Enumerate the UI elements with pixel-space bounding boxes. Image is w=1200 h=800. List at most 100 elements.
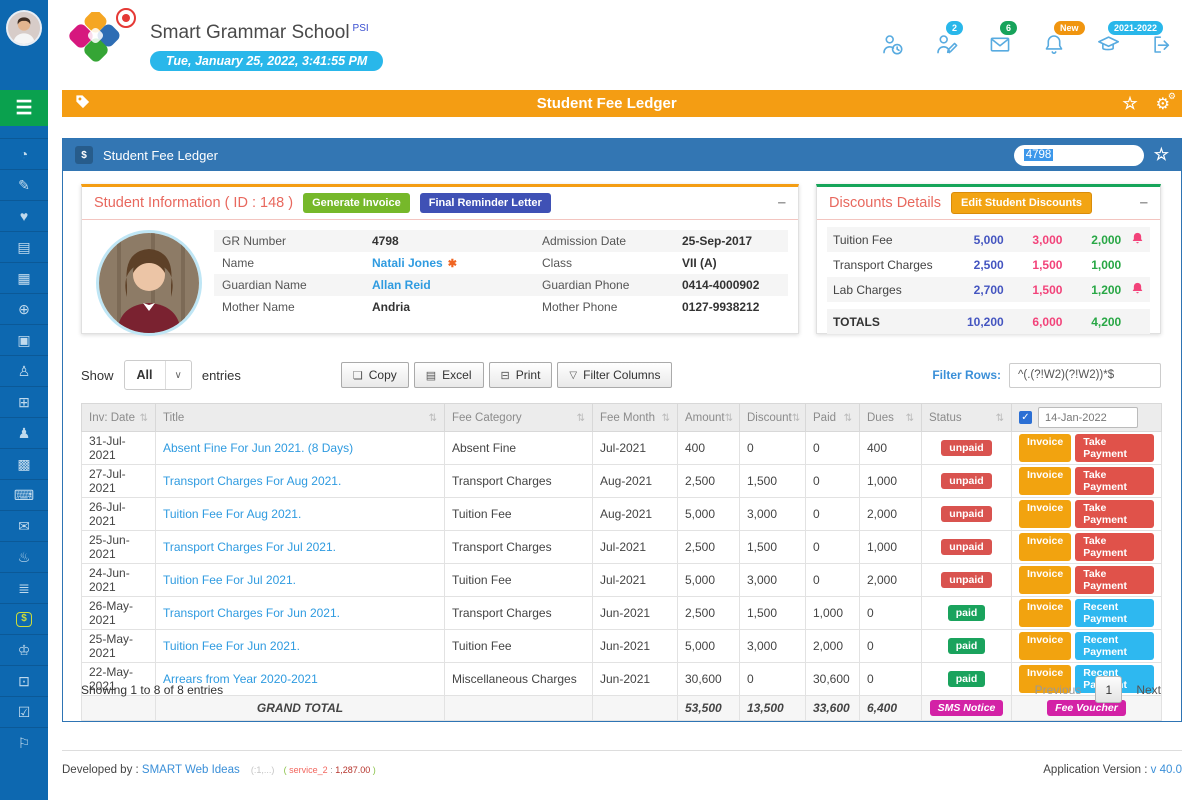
fee-title-link[interactable]: Transport Charges For Aug 2021.: [163, 474, 341, 488]
status-badge[interactable]: unpaid: [941, 572, 991, 588]
sidebar-item-fee-mail[interactable]: ✉: [0, 510, 48, 541]
sidebar-item-homework-check[interactable]: ☑: [0, 696, 48, 727]
reminder-bell-icon[interactable]: [1121, 232, 1144, 248]
sidebar-item-library[interactable]: ≣: [0, 572, 48, 603]
field-label: Mother Phone: [542, 300, 682, 314]
status-badge[interactable]: paid: [948, 605, 986, 621]
favorite-icon[interactable]: [1122, 94, 1137, 114]
fee-title-link[interactable]: Transport Charges For Jul 2021.: [163, 540, 336, 554]
session-graduation-icon[interactable]: 2021-2022: [1096, 32, 1120, 56]
student-info-grid: GR Number4798Admission Date25-Sep-2017Na…: [214, 230, 788, 336]
month-cell: Jul-2021: [593, 432, 678, 465]
column-header-status[interactable]: Status: [922, 404, 1012, 432]
take-payment-button[interactable]: Take Payment: [1075, 500, 1154, 528]
user-avatar[interactable]: [6, 10, 42, 46]
status-badge[interactable]: unpaid: [941, 539, 991, 555]
column-header-title[interactable]: Title: [156, 404, 445, 432]
notifications-bell-icon[interactable]: New: [1042, 32, 1066, 56]
fee-title-link[interactable]: Absent Fine For Jun 2021. (8 Days): [163, 441, 353, 455]
column-header-discount[interactable]: Discount: [740, 404, 806, 432]
take-payment-button[interactable]: Take Payment: [1075, 533, 1154, 561]
sidebar-item-gallery[interactable]: ▩: [0, 448, 48, 479]
status-cell: unpaid: [922, 465, 1012, 498]
column-header-paid[interactable]: Paid: [806, 404, 860, 432]
attendance-user-clock-icon[interactable]: [880, 32, 904, 56]
sidebar-item-student-health[interactable]: ♥: [0, 200, 48, 231]
previous-page-button[interactable]: Previous: [1035, 683, 1082, 697]
excel-button[interactable]: Excel: [414, 362, 484, 388]
status-badge[interactable]: unpaid: [941, 473, 991, 489]
page-length-select[interactable]: All: [124, 360, 192, 390]
invoice-button[interactable]: Invoice: [1019, 500, 1071, 528]
sidebar-item-students[interactable]: ♙: [0, 355, 48, 386]
final-reminder-button[interactable]: Final Reminder Letter: [420, 193, 551, 213]
page-title-bar: Student Fee Ledger: [62, 90, 1182, 117]
recent-payment-button[interactable]: Recent Payment: [1075, 632, 1154, 660]
sidebar-item-dashboard[interactable]: ◔: [0, 138, 48, 169]
company-link[interactable]: SMART Web Ideas: [142, 764, 240, 776]
logout-icon[interactable]: [1150, 32, 1174, 56]
invoice-button[interactable]: Invoice: [1019, 467, 1071, 495]
generate-invoice-button[interactable]: Generate Invoice: [303, 193, 410, 213]
invoice-button[interactable]: Invoice: [1019, 632, 1071, 660]
sidebar-item-website[interactable]: ⊕: [0, 293, 48, 324]
invoice-button[interactable]: Invoice: [1019, 434, 1071, 462]
dues-cell: 1,000: [860, 465, 922, 498]
fee-title-link[interactable]: Tuition Fee For Aug 2021.: [163, 507, 301, 521]
collapse-discounts-card-icon[interactable]: [1140, 194, 1148, 212]
column-header-inv-date[interactable]: Inv: Date: [82, 404, 156, 432]
page-number-button[interactable]: 1: [1095, 676, 1122, 703]
status-badge[interactable]: paid: [948, 638, 986, 654]
status-badge[interactable]: unpaid: [941, 506, 991, 522]
sidebar-item-fee-ledger[interactable]: $: [0, 603, 48, 634]
fee-title-link[interactable]: Tuition Fee For Jun 2021.: [163, 639, 300, 653]
filter-button[interactable]: Filter Columns: [557, 362, 672, 388]
field-value[interactable]: Allan Reid: [372, 278, 542, 292]
settings-gears-icon[interactable]: [1156, 94, 1170, 114]
take-payment-button[interactable]: Take Payment: [1075, 566, 1154, 594]
header-date-input[interactable]: [1038, 407, 1138, 428]
fee-collection-icon: ▤: [17, 240, 30, 254]
sort-icon: [792, 412, 800, 424]
recent-payment-button[interactable]: Recent Payment: [1075, 599, 1154, 627]
column-header-fee-category[interactable]: Fee Category: [445, 404, 593, 432]
student-search-input[interactable]: 4798: [1014, 145, 1144, 166]
panel-favorite-icon[interactable]: [1154, 145, 1169, 165]
discounts-title: Discounts Details: [829, 195, 941, 211]
fee-title-link[interactable]: Tuition Fee For Jul 2021.: [163, 573, 296, 587]
user-edit-icon[interactable]: 2: [934, 32, 958, 56]
column-header-dues[interactable]: Dues: [860, 404, 922, 432]
take-payment-button[interactable]: Take Payment: [1075, 434, 1154, 462]
sidebar-item-birthday[interactable]: ♨: [0, 541, 48, 572]
sidebar-item-attendance-calendar[interactable]: ⊞: [0, 386, 48, 417]
sidebar-item-id-card[interactable]: ▦: [0, 262, 48, 293]
copy-button[interactable]: Copy: [341, 362, 409, 388]
invoice-button[interactable]: Invoice: [1019, 599, 1071, 627]
sidebar-item-exam-clipboard[interactable]: ▣: [0, 324, 48, 355]
date-filter-checkbox[interactable]: [1019, 411, 1032, 424]
sidebar-item-staff[interactable]: ♟: [0, 417, 48, 448]
reminder-bell-icon[interactable]: [1121, 282, 1144, 298]
sidebar-item-fee-collection[interactable]: ▤: [0, 231, 48, 262]
messages-mail-icon[interactable]: 6: [988, 32, 1012, 56]
column-header-fee-month[interactable]: Fee Month: [593, 404, 678, 432]
status-badge[interactable]: unpaid: [941, 440, 991, 456]
edit-discounts-button[interactable]: Edit Student Discounts: [951, 192, 1092, 214]
sidebar-item-alumni[interactable]: ♔: [0, 634, 48, 665]
next-page-button[interactable]: Next: [1136, 683, 1161, 697]
menu-toggle[interactable]: [0, 90, 48, 126]
invoice-button[interactable]: Invoice: [1019, 566, 1071, 594]
take-payment-button[interactable]: Take Payment: [1075, 467, 1154, 495]
discount-fee-label: Transport Charges: [833, 258, 945, 272]
column-header-amount[interactable]: Amount: [678, 404, 740, 432]
sidebar-item-certificates[interactable]: ⊡: [0, 665, 48, 696]
filter-rows-input[interactable]: [1009, 363, 1161, 388]
sidebar-item-student-edit[interactable]: ✎: [0, 169, 48, 200]
invoice-button[interactable]: Invoice: [1019, 533, 1071, 561]
sidebar-item-computer-lab[interactable]: ⌨: [0, 479, 48, 510]
sidebar-item-graduation[interactable]: ⚐: [0, 727, 48, 758]
fee-title-link[interactable]: Transport Charges For Jun 2021.: [163, 606, 340, 620]
field-value[interactable]: Natali Jones: [372, 256, 542, 270]
collapse-student-card-icon[interactable]: [778, 194, 786, 212]
print-button[interactable]: Print: [489, 362, 553, 388]
